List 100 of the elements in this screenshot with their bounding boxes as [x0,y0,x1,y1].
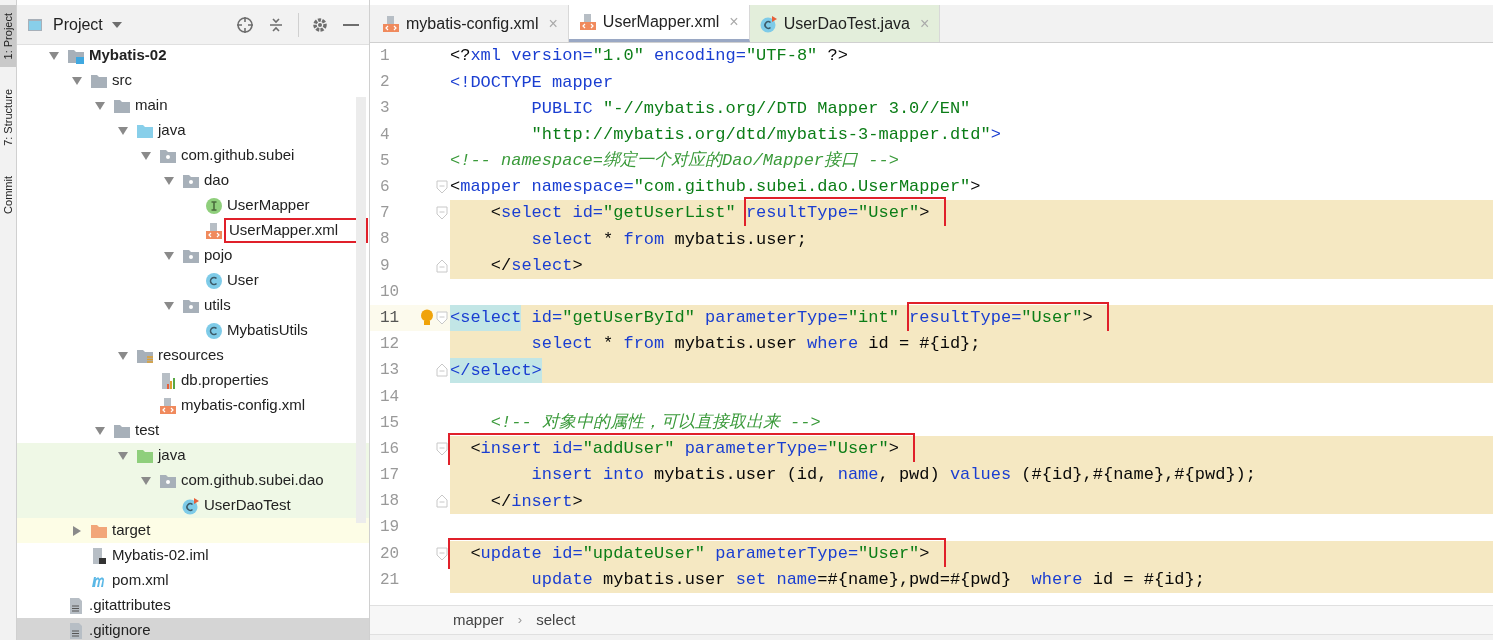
code-token: where [1031,569,1084,592]
locate-icon[interactable] [236,15,254,34]
module-file-icon [90,546,108,565]
line-number: 2 [379,72,391,94]
tree-item[interactable]: .gitignore [17,618,369,640]
test-class-icon [759,14,778,33]
panel-title[interactable]: Project [53,12,103,37]
file-name: test [135,420,160,441]
code-token: xml version= [470,45,593,68]
fold-start-icon[interactable] [436,310,448,325]
expanded-arrow-icon[interactable] [163,174,175,187]
code-token: </ [489,254,512,277]
line-number: 18 [379,491,401,513]
expanded-arrow-icon[interactable] [94,99,106,112]
code-token: "User" [858,203,920,223]
fold-start-icon[interactable] [436,546,448,561]
expanded-arrow-icon[interactable] [163,249,175,262]
scrollbar[interactable] [356,97,366,523]
line-number: 19 [379,517,401,539]
tool-window-tab[interactable]: 1: Project [0,5,16,68]
code-token: mybatis.user [603,569,727,592]
file-name: db.properties [181,370,269,391]
tree-item[interactable]: UserDaoTest [17,493,369,518]
code-token: id = #{id}; [1092,569,1205,592]
code-token: resultType= [745,203,859,223]
settings-icon[interactable] [311,15,329,34]
expanded-arrow-icon[interactable] [117,124,129,137]
code-token: > [919,543,930,563]
tool-window-tab[interactable]: 7: Structure [0,81,16,155]
file-name: MybatisUtils [227,320,308,341]
code-token: * [603,333,615,356]
code-token: "getUserList" [603,202,737,225]
breadcrumb-item[interactable]: mapper [453,608,504,632]
breadcrumb-item[interactable]: select [536,608,576,632]
class-icon [205,271,223,290]
code-token: "User" [1021,308,1083,328]
line-number: 9 [379,255,391,277]
tree-item[interactable]: java [17,443,369,468]
matched-tag: </select> [450,357,542,384]
fold-start-icon[interactable] [436,206,448,221]
expanded-arrow-icon[interactable] [117,349,129,362]
expanded-arrow-icon[interactable] [163,299,175,312]
expanded-arrow-icon[interactable] [117,449,129,462]
code-token: id = #{id}; [868,333,981,356]
line-number: 3 [379,98,391,120]
fold-start-icon[interactable] [436,441,448,456]
file-name: dao [204,170,230,191]
lightbulb-icon[interactable] [420,308,434,327]
code-token: insert [511,490,573,513]
code-token: <!-- 对象中的属性，可以直接取出来 --> [489,411,821,434]
file-name: target [112,520,151,541]
line-number: 13 [379,360,401,382]
file-name: .gitattributes [89,595,171,616]
code-token: <!DOCTYPE mapper [450,71,614,94]
tree-item[interactable]: target [17,518,369,543]
text-file-icon [67,621,85,640]
code-token: <? [450,45,471,68]
code-token: from [623,228,666,251]
code-token: <!-- namespace=绑定一个对应的Dao/Mapper接口 --> [450,149,899,173]
dropdown-caret-icon[interactable] [110,20,123,29]
class-icon [205,321,223,340]
code-token: "User" [858,543,920,563]
file-name: utils [204,295,231,316]
code-token: "-//mybatis.org//DTD Mapper 3.0//EN" [603,97,971,120]
line-number: 10 [379,281,401,303]
file-name: com.github.subei.dao [181,470,324,491]
code-token: "http://mybatis.org/dtd/mybatis-3-mapper.dtd" [530,123,991,146]
collapsed-arrow-icon[interactable] [71,524,83,537]
expanded-arrow-icon[interactable] [71,74,83,87]
editor-tab[interactable]: UserDaoTest.java × [749,5,941,42]
code-token: encoding= [653,45,746,68]
code-token: mybatis.user [674,333,798,356]
expanded-arrow-icon[interactable] [94,424,106,437]
code-token: resultType= [909,308,1022,328]
file-name: Mybatis-02.iml [112,545,209,566]
code-token: > [572,490,583,513]
collapse-all-icon[interactable] [268,15,284,34]
line-number: 11 [379,307,401,329]
fold-start-icon[interactable] [436,180,448,195]
tab-label: mybatis-config.xml [406,13,539,34]
code-token: "com.github.subei.dao.UserMapper" [633,176,971,199]
tree-item[interactable]: com.github.subei.dao [17,468,369,493]
code-token: mybatis.user (id, [654,464,829,487]
expanded-arrow-icon[interactable] [48,49,60,62]
editor-tab[interactable]: UserMapper.xml × [568,5,750,42]
code-token: parameterType= [684,439,828,459]
file-name: pojo [204,245,233,266]
file-name: UserDaoTest [204,495,291,516]
xml-file-icon [159,396,177,415]
code-token: ?> [826,45,848,68]
file-name: .gitignore [89,620,151,640]
line-number: 4 [379,124,391,146]
code-token: =#{name},pwd=#{pwd} [817,569,1013,592]
expanded-arrow-icon[interactable] [140,149,152,162]
tool-window-tab[interactable]: Commit [0,168,16,223]
editor-tab[interactable]: mybatis-config.xml × [372,5,569,42]
expanded-arrow-icon[interactable] [140,474,152,487]
code-token: select [530,333,594,356]
code-token: < [470,543,481,563]
line-number: 20 [379,543,401,565]
